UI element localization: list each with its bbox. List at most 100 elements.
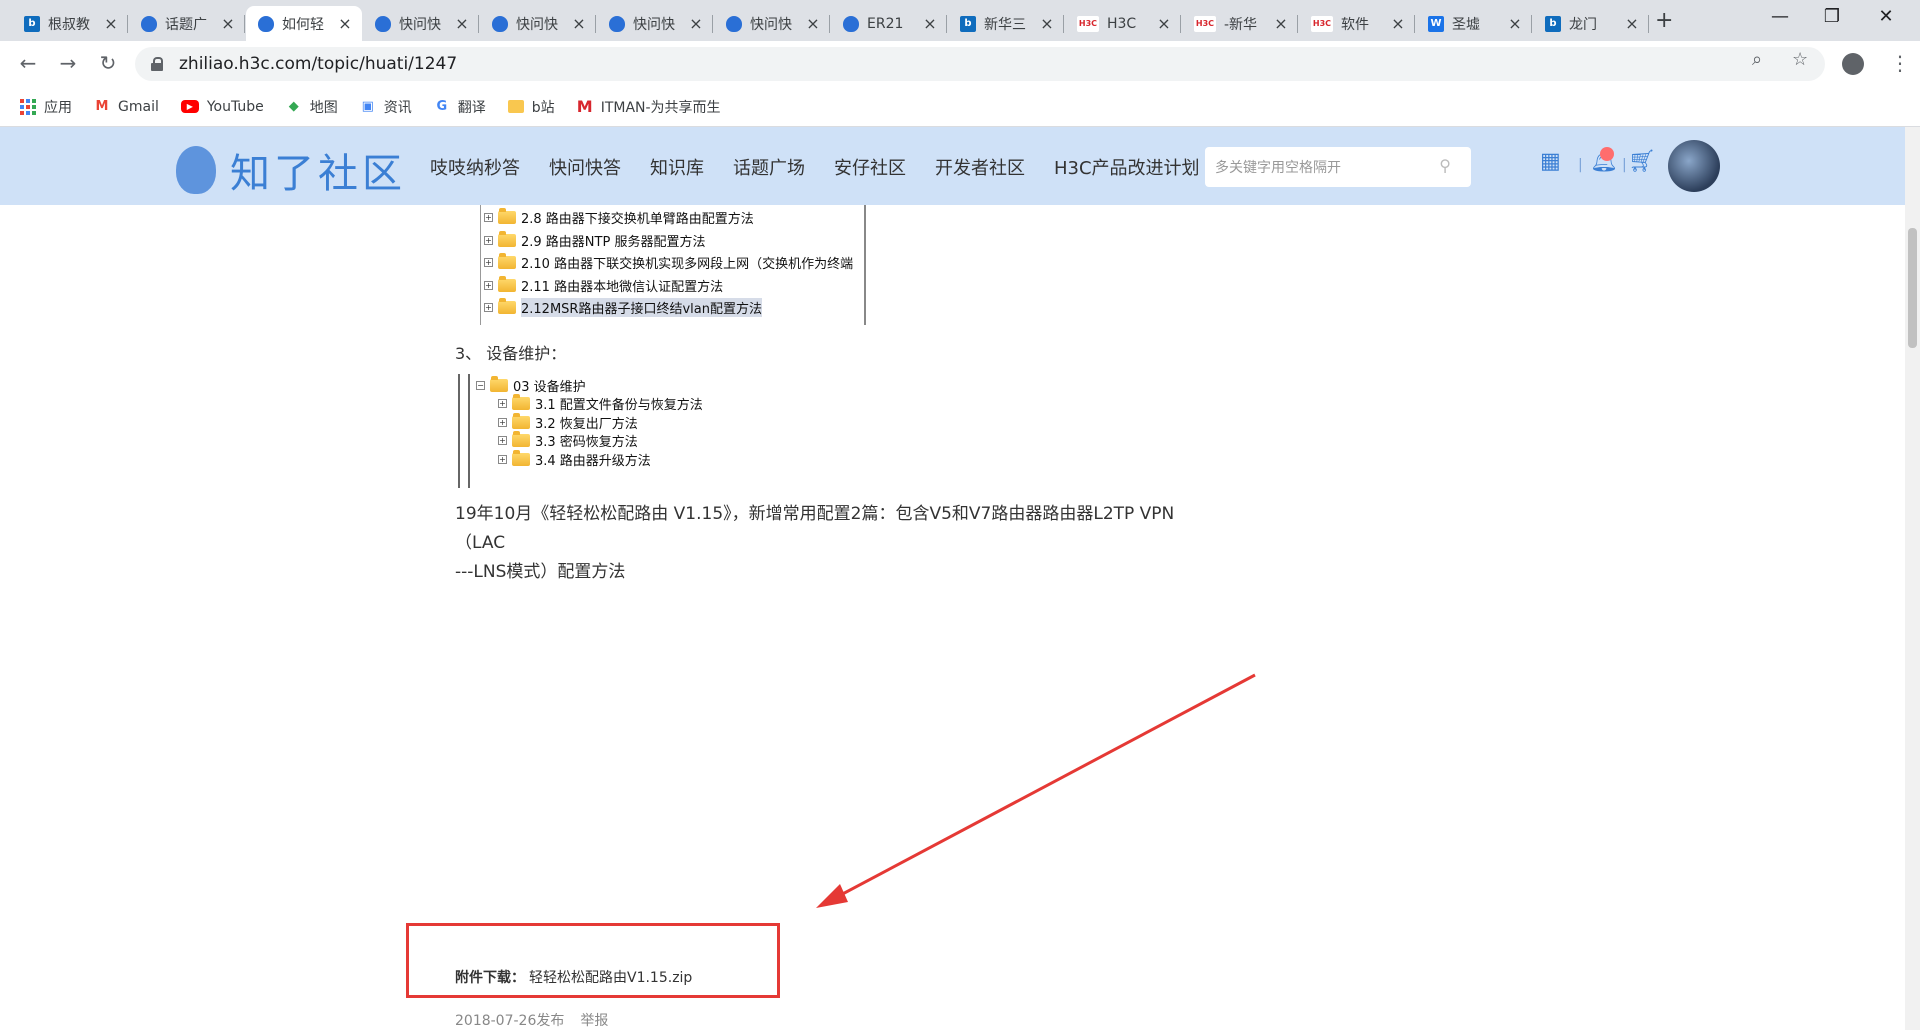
site-logo[interactable]: 知了社区 [176, 141, 406, 199]
update-note-line: ---LNS模式）配置方法 [455, 562, 626, 582]
tab-close-icon[interactable]: × [1272, 14, 1290, 33]
profile-icon[interactable] [1842, 53, 1864, 75]
search-placeholder: 多关键字用空格隔开 [1215, 160, 1341, 176]
expand-icon: + [484, 213, 493, 222]
zhiliao-favicon-icon [726, 15, 742, 32]
user-avatar[interactable] [1668, 140, 1720, 192]
tab-separator [712, 15, 713, 33]
tab-title: 如何轻 [282, 16, 324, 33]
tab-title: ER21 [867, 15, 904, 32]
tree-node: +2.10 路由器下联交换机实现多网段上网（交换机作为终端 [484, 253, 853, 272]
tab-close-icon[interactable]: × [804, 14, 822, 33]
bookmark-translate[interactable]: G 翻译 [434, 97, 485, 117]
tab-separator [478, 15, 479, 33]
reload-icon[interactable]: ↻ [94, 51, 122, 75]
browser-tab[interactable]: H3C H3C × [1065, 6, 1181, 41]
tree-node: +3.3 密码恢复方法 [498, 431, 638, 450]
bookmark-label: 地图 [309, 99, 338, 116]
zoom-icon[interactable]: ⌕ [1752, 49, 1762, 70]
site-nav-item[interactable]: H3C产品改进计划 [1054, 154, 1200, 180]
gmail-icon: M [95, 99, 109, 114]
calendar-icon[interactable]: ▦ [1540, 149, 1561, 174]
minimize-button[interactable]: — [1760, 6, 1800, 27]
browser-tab[interactable]: b 新华三 × [948, 6, 1064, 41]
tab-separator [1414, 15, 1415, 33]
browser-tab[interactable]: H3C 软件 × [1299, 6, 1415, 41]
close-window-button[interactable]: ✕ [1866, 6, 1906, 27]
post-meta: 2018-07-26发布 举报 [455, 1010, 608, 1030]
browser-tab[interactable]: ER21 × [831, 6, 947, 41]
bookmark-itman[interactable]: M ITMAN-为共享而生 [577, 97, 721, 117]
cart-icon[interactable]: 🛒︎ [1628, 149, 1656, 174]
tab-close-icon[interactable]: × [921, 14, 939, 33]
folder-icon [512, 412, 530, 429]
browser-tab[interactable]: 快问快 × [363, 6, 479, 41]
browser-tab[interactable]: 话题广 × [129, 6, 245, 41]
zhiliao-favicon-icon [258, 15, 274, 32]
tab-close-icon[interactable]: × [1506, 14, 1524, 33]
browser-tab[interactable]: H3C -新华 × [1182, 6, 1298, 41]
restore-button[interactable]: ❐ [1812, 6, 1852, 27]
url-text: zhiliao.h3c.com/topic/huati/1247 [179, 54, 458, 74]
folder-icon [490, 376, 508, 392]
site-nav-item[interactable]: 知识库 [650, 154, 704, 180]
bookmark-apps[interactable]: 应用 [20, 97, 72, 117]
tab-separator [595, 15, 596, 33]
browser-tab[interactable]: 快问快 × [597, 6, 713, 41]
tab-close-icon[interactable]: × [687, 14, 705, 33]
tab-title: 新华三 [984, 16, 1026, 33]
browser-tab[interactable]: 快问快 × [714, 6, 830, 41]
tab-close-icon[interactable]: × [102, 14, 120, 33]
tab-close-icon[interactable]: × [219, 14, 237, 33]
expand-icon: + [498, 417, 507, 427]
bookmark-gmail[interactable]: M Gmail [94, 99, 159, 115]
address-bar[interactable]: zhiliao.h3c.com/topic/huati/1247 [135, 47, 1825, 81]
zhiliao-favicon-icon [609, 15, 625, 32]
header-separator: | [1578, 157, 1583, 173]
tab-close-icon[interactable]: × [453, 14, 471, 33]
browser-tab[interactable]: 如何轻 × [246, 6, 362, 41]
attachment-download-link[interactable]: 轻轻松松配路由V1.15.zip [529, 970, 692, 986]
tab-separator [1648, 15, 1649, 33]
tab-separator [1063, 15, 1064, 33]
tab-title: 话题广 [165, 16, 207, 33]
search-icon[interactable]: ⚲ [1439, 156, 1451, 175]
folder-icon [498, 253, 516, 269]
menu-kebab-icon[interactable]: ⋮ [1890, 51, 1910, 75]
bookmark-maps[interactable]: ◆ 地图 [286, 97, 338, 117]
tab-close-icon[interactable]: × [570, 14, 588, 33]
forward-icon[interactable]: → [54, 51, 82, 75]
maps-icon: ◆ [288, 99, 299, 114]
site-search-input[interactable]: 多关键字用空格隔开 ⚲ [1205, 147, 1471, 187]
browser-tab[interactable]: 快问快 × [480, 6, 596, 41]
bookmark-bilibili[interactable]: b站 [507, 97, 555, 117]
site-nav-item[interactable]: 安仔社区 [834, 154, 906, 180]
browser-tab[interactable]: W 圣墟 × [1416, 6, 1532, 41]
tree-node-label: 2.10 路由器下联交换机实现多网段上网（交换机作为终端 [521, 257, 854, 272]
expand-icon: + [498, 436, 507, 445]
tab-close-icon[interactable]: × [1155, 14, 1173, 33]
scrollbar-thumb[interactable] [1908, 228, 1917, 348]
new-tab-button[interactable]: + [1655, 8, 1673, 33]
bookmark-youtube[interactable]: ▶ YouTube [180, 99, 264, 115]
tree-node-label: 2.11 路由器本地微信认证配置方法 [521, 279, 724, 295]
site-nav-item[interactable]: 快问快答 [549, 154, 621, 180]
expand-icon: + [484, 235, 493, 245]
browser-tab[interactable]: b 龙门 × [1533, 6, 1649, 41]
zhiliao-favicon-icon [843, 15, 859, 32]
tab-close-icon[interactable]: × [336, 14, 354, 33]
tree-node: +2.11 路由器本地微信认证配置方法 [484, 275, 724, 295]
tab-close-icon[interactable]: × [1038, 14, 1056, 33]
bookmark-news[interactable]: ▣ 资讯 [360, 97, 412, 117]
bookmark-star-icon[interactable]: ☆ [1792, 49, 1808, 70]
tab-close-icon[interactable]: × [1389, 14, 1407, 33]
site-nav-item[interactable]: 吱吱纳秒答 [430, 154, 520, 180]
report-link[interactable]: 举报 [580, 1013, 608, 1029]
tab-close-icon[interactable]: × [1623, 14, 1641, 33]
site-nav-item[interactable]: 开发者社区 [935, 154, 1025, 180]
back-icon[interactable]: ← [14, 51, 42, 75]
browser-tab[interactable]: b 根叔教 × [12, 6, 128, 41]
tab-separator [1297, 15, 1298, 33]
expand-icon: + [498, 454, 507, 464]
site-nav-item[interactable]: 话题广场 [733, 154, 805, 180]
